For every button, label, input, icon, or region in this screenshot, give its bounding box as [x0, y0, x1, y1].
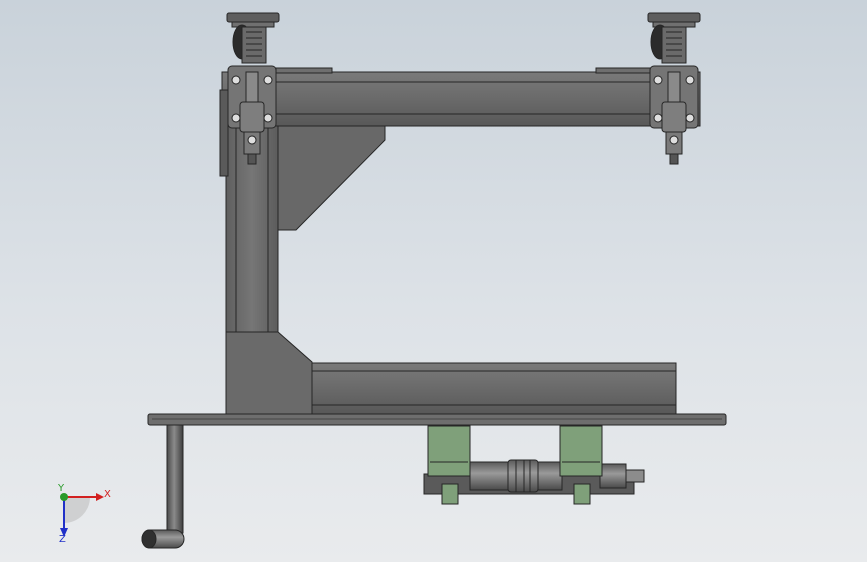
graphics-viewport[interactable]: X Y Z [0, 0, 867, 562]
x-axis-label: X [104, 489, 111, 500]
z-axis-label: Z [59, 534, 66, 545]
caster-right[interactable] [647, 12, 701, 64]
y-axis-dot [60, 493, 68, 501]
y-axis-label: Y [57, 483, 65, 494]
base-column-block[interactable] [225, 331, 313, 415]
x-axis-arrow [96, 493, 104, 501]
lower-beam[interactable] [311, 362, 677, 415]
cad-model-view[interactable]: X Y Z [0, 0, 867, 562]
support-leg[interactable] [141, 424, 185, 549]
reference-triad: X Y Z [57, 483, 111, 545]
toggle-clamp-right[interactable] [649, 65, 699, 165]
top-gusset[interactable] [277, 125, 386, 231]
top-beam[interactable] [221, 67, 701, 127]
caster-left[interactable] [226, 12, 280, 64]
